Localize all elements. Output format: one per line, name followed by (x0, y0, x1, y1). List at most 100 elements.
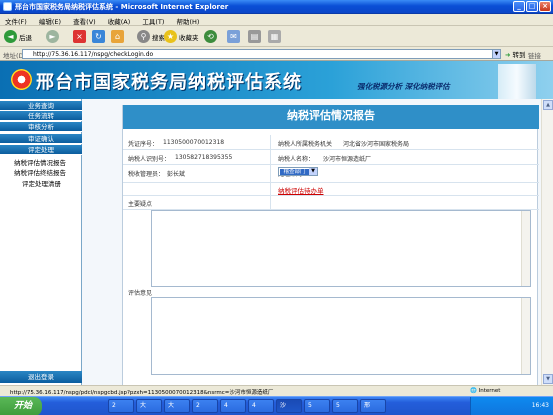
task-button[interactable]: 大 (164, 399, 190, 413)
print-button[interactable]: ▤ (248, 29, 261, 44)
clock: 16:43 (531, 402, 549, 409)
task-button[interactable]: 大 (136, 399, 162, 413)
home-icon: ⌂ (111, 30, 124, 43)
history-button[interactable]: ⟲ (204, 29, 217, 44)
star-icon: ★ (164, 30, 177, 43)
sidebar-item-business-query[interactable]: 业务查询 (0, 101, 82, 111)
building-image (498, 64, 536, 99)
tax-emblem-icon (11, 69, 32, 90)
dept-select-value: 稽查部门 (280, 169, 309, 175)
app-banner: 邢台市国家税务局纳税评估系统 强化税源分析 深化纳税评估 (0, 61, 553, 99)
sidebar-subitem-register[interactable]: 评定处理清册 (22, 178, 61, 188)
issues-label: 主要疑点 (128, 201, 153, 208)
cert-value: 1130500070012318 (163, 139, 225, 146)
task-button[interactable]: 5 (332, 399, 358, 413)
sidebar-subitem-final-report[interactable]: 纳税评估终结报告 (14, 167, 66, 177)
opinion-scrollbar[interactable] (521, 298, 530, 374)
task-button[interactable]: 4 (220, 399, 246, 413)
start-button[interactable]: 开始 (0, 397, 42, 415)
forward-button[interactable]: ► (46, 29, 59, 44)
status-text: http://75.36.16.117/nspg/pdcl/nspgcbd.js… (10, 390, 274, 396)
menu-tools[interactable]: 工具(T) (137, 14, 169, 26)
menu-help[interactable]: 帮助(H) (172, 14, 205, 26)
issues-scrollbar[interactable] (521, 211, 530, 286)
chevron-down-icon: ▼ (309, 168, 317, 175)
search-button[interactable]: ⚲ 搜索 (137, 29, 165, 44)
task-button[interactable]: 5 (304, 399, 330, 413)
mail-icon: ✉ (227, 30, 240, 43)
status-zone: 🌐 Internet (470, 388, 500, 394)
logout-button[interactable]: 退出登录 (0, 371, 82, 383)
stop-icon: × (73, 30, 86, 43)
menu-view[interactable]: 查看(V) (68, 14, 101, 26)
status-zone-label: Internet (478, 388, 501, 394)
minimize-button[interactable]: _ (513, 1, 525, 12)
favorites-label: 收藏夹 (179, 33, 199, 42)
ie-window: 邢台市国家税务局纳税评估系统 - Microsoft Internet Expl… (0, 0, 553, 415)
system-tray: 16:43 (470, 397, 553, 415)
sidebar-item-audit-analysis[interactable]: 审核分析 (0, 122, 82, 132)
sidebar-subitem-report[interactable]: 纳税评估情况报告 (14, 157, 66, 167)
sidebar-item-task-flow[interactable]: 任务流转 (0, 111, 82, 121)
globe-icon: 🌐 (470, 388, 477, 394)
back-button[interactable]: ◄ 后退 (4, 29, 32, 44)
cert-label: 凭证序号： (128, 141, 159, 148)
address-input[interactable]: http://75.36.16.117/nspg/checkLogin.do (22, 49, 500, 59)
address-bar: 地址(D) http://75.36.16.117/nspg/checkLogi… (0, 47, 553, 61)
menu-favorites[interactable]: 收藏(A) (103, 14, 136, 26)
manager-value: 彭长斌 (167, 171, 186, 178)
favorites-button[interactable]: ★ 收藏夹 (164, 29, 199, 44)
menu-edit[interactable]: 编辑(E) (34, 14, 66, 26)
dept-select[interactable]: 稽查部门 ▼ (278, 167, 318, 176)
edit-button[interactable]: ▦ (268, 29, 281, 44)
status-bar: http://75.36.16.117/nspg/pdcl/nspgcbd.js… (0, 385, 553, 396)
stop-button[interactable]: × (73, 29, 86, 44)
org-label: 纳税人所属税务机关 (278, 141, 333, 148)
task-button[interactable]: 4 (248, 399, 274, 413)
pending-form-link[interactable]: 纳税评估待办单 (278, 185, 324, 195)
scroll-up-icon[interactable]: ▲ (543, 100, 553, 110)
search-icon: ⚲ (137, 30, 150, 43)
sidebar-item-assessment[interactable]: 评定处理 (0, 145, 82, 155)
taxid-label: 纳税人识别号： (128, 156, 171, 163)
org-value: 河北省沙河市国家税务局 (343, 141, 410, 148)
edit-icon: ▦ (268, 30, 281, 43)
mail-button[interactable]: ✉ (227, 29, 240, 44)
opinion-textarea[interactable] (151, 297, 531, 375)
close-button[interactable]: × (539, 1, 551, 12)
row-manager: 税收管理员： 彭长斌 处理部门 (123, 165, 539, 183)
sidebar: 业务查询 任务流转 审核分析 审证确认 评定处理 纳税评估情况报告 纳税评估终结… (0, 99, 82, 385)
banner-title: 邢台市国家税务局纳税评估系统 (36, 72, 302, 93)
task-button[interactable]: 沙 (276, 399, 302, 413)
back-label: 后退 (19, 33, 32, 42)
chevron-down-icon[interactable]: ▼ (492, 49, 501, 59)
maximize-button[interactable]: □ (526, 1, 538, 12)
ie-icon (3, 2, 12, 11)
refresh-button[interactable]: ↻ (92, 29, 105, 44)
toolbar: ◄ 后退 ► × ↻ ⌂ ⚲ 搜索 ★ 收藏夹 ⟲ ✉ ▤ ▦ (0, 26, 553, 47)
go-label: 转到 (512, 51, 526, 59)
forward-arrow-icon: ► (46, 30, 59, 43)
links-button[interactable]: 链接 (528, 50, 541, 60)
report-title: 纳税评估情况报告 (123, 105, 539, 129)
printer-icon: ▤ (248, 30, 261, 43)
page-scrollbar[interactable]: ▲ ▼ (541, 99, 553, 385)
issues-textarea[interactable] (151, 210, 531, 287)
task-button[interactable]: 2 (108, 399, 134, 413)
sidebar-item-verify[interactable]: 审证确认 (0, 134, 82, 144)
go-button[interactable]: ➜ 转到 (505, 49, 526, 59)
back-arrow-icon: ◄ (4, 30, 17, 43)
history-icon: ⟲ (204, 30, 217, 43)
scroll-down-icon[interactable]: ▼ (543, 374, 553, 384)
menu-file[interactable]: 文件(F) (0, 14, 32, 26)
title-bar: 邢台市国家税务局纳税评估系统 - Microsoft Internet Expl… (0, 0, 553, 14)
name-value: 沙河市恒源造纸厂 (323, 156, 372, 163)
opinion-label: 评估意见 (128, 290, 153, 297)
banner-slogan: 强化税源分析 深化纳税评估 (357, 82, 450, 91)
home-button[interactable]: ⌂ (111, 29, 124, 44)
row-issues: 主要疑点 (123, 196, 539, 210)
taxid-value: 130582718395355 (175, 154, 233, 161)
task-button[interactable]: 邢 (360, 399, 386, 413)
task-button[interactable]: 2 (192, 399, 218, 413)
name-label: 纳税人名称： (278, 156, 315, 163)
